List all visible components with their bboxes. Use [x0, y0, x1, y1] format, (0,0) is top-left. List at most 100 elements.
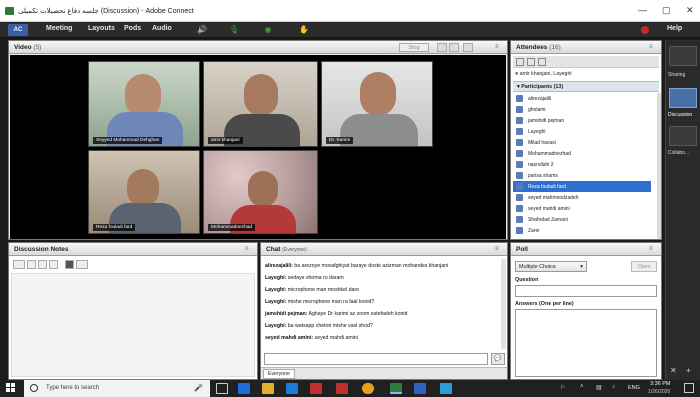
video-tile[interactable]: amir khanjani [203, 61, 318, 147]
volume-icon[interactable]: ♪ [612, 384, 615, 390]
user-icon [516, 194, 523, 201]
breakout-icon[interactable] [538, 58, 546, 66]
minimize-button[interactable]: — [638, 5, 647, 15]
layout-label-discussion[interactable]: Discussion [668, 112, 692, 118]
close-button[interactable]: ✕ [686, 5, 694, 16]
app-icon[interactable] [336, 383, 348, 394]
notes-pod-header: Discussion Notes ≡ [9, 243, 257, 256]
participant-row[interactable]: Shahrdad Zamani [513, 214, 651, 225]
microphone-icon[interactable]: 🎤 [194, 384, 203, 392]
webcam-icon[interactable]: ◉ [258, 24, 278, 35]
grid-view-icon[interactable] [437, 43, 447, 52]
pod-menu-icon[interactable]: ≡ [649, 44, 653, 50]
notes-editor[interactable] [11, 273, 255, 377]
layout-thumb[interactable] [669, 46, 697, 66]
network-icon[interactable]: ▤ [596, 384, 602, 391]
menu-pods[interactable]: Pods [124, 25, 141, 32]
windows-taskbar: Type here to search 🎤 ⚐ ˄ ▤ ♪ ENG 3:36 P… [0, 380, 700, 397]
window-titlebar: جلسه دفاع تحصیلات تکمیلی (Discussion) - … [0, 0, 700, 22]
participant-row[interactable]: Zarei [513, 225, 651, 236]
edge-icon[interactable] [238, 383, 250, 394]
participant-row[interactable]: nasrollahi 2 [513, 159, 651, 170]
people-icon[interactable]: ⚐ [560, 384, 565, 391]
participant-row[interactable]: seyed mahmoodzadeh [513, 192, 651, 203]
notifications-icon[interactable] [684, 383, 694, 393]
underline-icon[interactable] [49, 260, 58, 269]
windows-start-icon[interactable] [6, 383, 16, 393]
adobe-connect-taskbar-icon[interactable] [390, 383, 402, 394]
add-layout-icon[interactable]: + [686, 366, 691, 375]
participant-row[interactable]: parisa shams [513, 170, 651, 181]
open-poll-button[interactable]: Open [631, 261, 657, 272]
video-tile[interactable]: Mohammadnezhad [203, 150, 318, 234]
layout-thumb[interactable] [669, 126, 697, 146]
maximize-button[interactable]: ▢ [662, 5, 671, 16]
video-tile[interactable]: Seyyed Mohammad Dehghan [88, 61, 200, 147]
notes-pod-title: Discussion Notes [14, 246, 69, 253]
attendees-pod-title: Attendees (16) [516, 44, 561, 51]
color-icon[interactable] [65, 260, 74, 269]
stop-video-button[interactable]: Stop [399, 43, 429, 52]
speaker-icon[interactable]: 🔊 [192, 24, 212, 35]
answers-input[interactable] [515, 309, 657, 377]
menu-layouts[interactable]: Layouts [88, 25, 115, 32]
participants-header[interactable]: ▾ Participants (13) [513, 81, 659, 92]
participant-row[interactable]: jamshidi pejman [513, 115, 651, 126]
poll-pod-header: Poll ≡ [511, 243, 661, 256]
status-view-icon[interactable] [527, 58, 535, 66]
app-icon[interactable] [310, 383, 322, 394]
alert-icon[interactable] [641, 26, 649, 34]
participant-row[interactable]: seyed mahdi amini [513, 203, 651, 214]
font-size-icon[interactable] [13, 260, 25, 269]
participant-row[interactable]: Reza fouladi fard [513, 181, 651, 192]
participant-row[interactable]: alirezajalili [513, 93, 651, 104]
fullscreen-icon[interactable] [463, 43, 473, 52]
participant-row[interactable]: gholami [513, 104, 651, 115]
chevron-down-icon: ▾ [580, 264, 583, 270]
poll-type-dropdown[interactable]: Multiple Choice ▾ [515, 261, 587, 272]
participant-row[interactable]: Milad havasi [513, 137, 651, 148]
question-input[interactable] [515, 285, 657, 297]
pod-menu-icon[interactable]: ≡ [495, 246, 499, 252]
store-icon[interactable] [286, 383, 298, 394]
menu-help[interactable]: Help [667, 25, 682, 32]
video-tile[interactable]: Dr. Karimi [321, 61, 433, 147]
pod-menu-icon[interactable]: ≡ [245, 246, 249, 252]
italic-icon[interactable] [38, 260, 47, 269]
layout-label-sharing[interactable]: Sharing [668, 72, 685, 78]
chrome-icon[interactable] [362, 383, 374, 394]
pod-menu-icon[interactable]: ≡ [649, 246, 653, 252]
filmstrip-view-icon[interactable] [449, 43, 459, 52]
close-strip-icon[interactable]: ✕ [670, 366, 677, 375]
file-explorer-icon[interactable] [262, 383, 274, 394]
menu-meeting[interactable]: Meeting [46, 25, 72, 32]
video-tile[interactable]: Reza fouladi fard [88, 150, 200, 234]
layout-thumb-active[interactable] [669, 88, 697, 108]
menu-audio[interactable]: Audio [152, 25, 172, 32]
pod-menu-icon[interactable]: ≡ [495, 44, 499, 50]
chevron-up-icon[interactable]: ˄ [580, 384, 584, 390]
language-indicator[interactable]: ENG [628, 385, 640, 391]
layout-label-collaboration[interactable]: Collabo... [668, 150, 689, 156]
chat-scrollbar[interactable] [501, 259, 506, 349]
hosts-line: ■ amir khanjani, Layeghi [515, 71, 572, 77]
participant-row[interactable]: Layeghi [513, 126, 651, 137]
app-icon[interactable] [414, 383, 426, 394]
bold-icon[interactable] [27, 260, 36, 269]
participant-row[interactable]: Mohammadnezhad [513, 148, 651, 159]
clock-date[interactable]: 1/26/2020 [648, 389, 670, 395]
telegram-icon[interactable] [440, 383, 452, 394]
list-view-icon[interactable] [516, 58, 524, 66]
participant-name: seyed mahdi amini [528, 206, 570, 212]
send-message-icon[interactable]: 💬 [491, 353, 505, 365]
microphone-icon[interactable]: 🎙 [224, 24, 244, 35]
clock-time[interactable]: 3:36 PM [650, 381, 670, 387]
attendees-scrollbar[interactable] [657, 93, 661, 239]
tab-everyone[interactable]: Everyone [263, 369, 295, 379]
raise-hand-icon[interactable]: ✋ [294, 24, 314, 35]
task-view-icon[interactable] [216, 383, 228, 394]
taskbar-search-box[interactable]: Type here to search 🎤 [24, 380, 210, 397]
chat-input[interactable] [264, 353, 488, 365]
bullets-icon[interactable] [76, 260, 88, 269]
user-icon [516, 106, 523, 113]
